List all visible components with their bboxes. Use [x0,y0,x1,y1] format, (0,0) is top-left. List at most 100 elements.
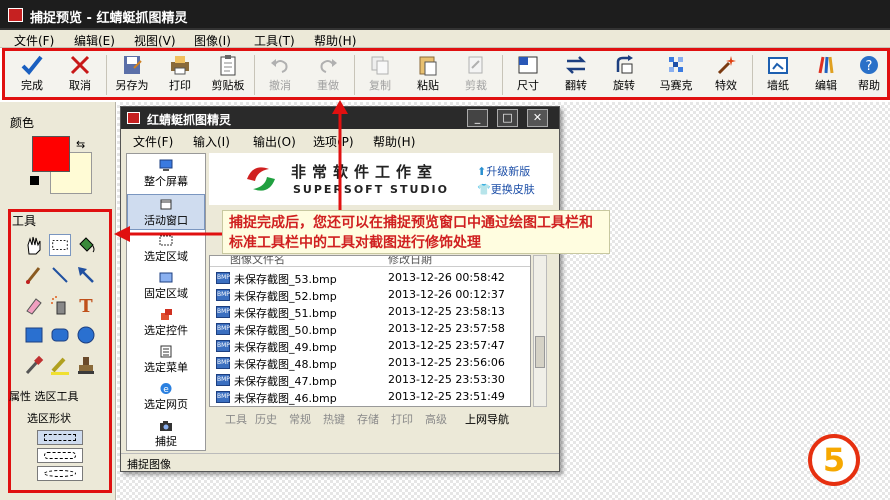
hand-icon[interactable] [23,234,45,256]
crop-button[interactable]: 剪裁 [453,54,499,96]
brand-banner: 非常软件工作室 SUPERSOFT STUDIO ⬆升级新版 👕更换皮肤 [209,153,553,205]
file-date: 2013-12-26 00:58:42 [388,271,505,284]
menu-view[interactable]: 视图(V) [134,32,176,49]
file-date: 2013-12-25 23:53:30 [388,373,505,386]
brand-name-cn: 非常软件工作室 [291,163,439,181]
up-arrow-icon: ⬆ [477,165,487,178]
file-name: 未保存截图_51.bmp [234,307,337,320]
file-name: 未保存截图_50.bmp [234,324,337,337]
rounded-rect-icon[interactable] [49,324,71,346]
fill-bucket-icon[interactable] [75,234,97,256]
captured-window: 红蜻蜓抓图精灵 _ □ ✕ 文件(F) 输入(I) 输出(O) 选项(P) 帮助… [120,106,560,472]
properties-label: 属性 选区工具 [9,390,79,403]
menu-help[interactable]: 帮助(H) [314,32,356,49]
wallpaper-label: 墙纸 [767,79,789,92]
cancel-label: 取消 [69,79,91,92]
paste-icon [419,56,437,76]
menu-file[interactable]: 文件(F) [14,32,54,49]
bmp-file-icon: BMP [216,340,230,352]
rectangle-icon[interactable] [23,324,45,346]
file-name: 未保存截图_47.bmp [234,375,337,388]
cancel-button[interactable]: 取消 [57,54,103,96]
swap-colors-icon[interactable]: ⇆ [76,138,85,151]
menu-help: 帮助(H) [373,135,416,149]
save-as-button[interactable]: 另存为 [109,54,155,96]
menu-edit[interactable]: 编辑(E) [74,32,115,49]
primary-color-swatch[interactable] [32,136,70,172]
capture-mode-label: 选定控件 [144,324,188,337]
undo-label: 撤消 [269,79,291,92]
toolbar-separator [502,55,503,95]
paste-button[interactable]: 粘贴 [405,54,451,96]
captured-window-menu: 文件(F) 输入(I) 输出(O) 选项(P) 帮助(H) [121,129,559,149]
capture-button: 捕捉 [127,416,205,452]
captured-window-titlebar: 红蜻蜓抓图精灵 _ □ ✕ [121,107,559,129]
capture-mode-label: 活动窗口 [144,214,188,227]
ellipse-icon[interactable] [75,324,97,346]
shape-option-rounded[interactable] [37,448,83,463]
redo-button[interactable]: 重做 [305,54,351,96]
eraser-icon[interactable] [23,294,45,316]
eyedropper-icon[interactable] [23,354,45,376]
file-row: BMP 未保存截图_48.bmp 2013-12-25 23:56:06 [210,355,530,372]
file-row: BMP 未保存截图_51.bmp 2013-12-25 23:58:13 [210,304,530,321]
edit-button[interactable]: 编辑 [803,54,849,96]
finish-button[interactable]: 完成 [9,54,55,96]
save-as-label: 另存为 [115,79,149,92]
help-button[interactable]: ? 帮助 [851,54,887,96]
settings-tabs: 工具 历史 常规 热键 存储 打印 高级 上网导航 [209,409,559,427]
arrow-icon[interactable] [75,264,97,286]
flip-label: 翻转 [565,79,587,92]
stamp-icon[interactable] [75,354,97,376]
shape-option-rect[interactable] [37,430,83,445]
window-icon [160,199,172,210]
shape-option-ellipse[interactable] [37,466,83,481]
clipboard-button[interactable]: 剪贴板 [205,54,251,96]
cross-icon [70,55,90,75]
undo-button[interactable]: 撤消 [257,54,303,96]
mosaic-button[interactable]: 马赛克 [653,54,699,96]
drawing-tools-group: 工具 T 属性 选区工具 选区形状 [8,209,112,493]
tab-hotkeys: 热键 [323,413,345,426]
control-icon [161,309,172,320]
capture-mode-label: 整个屏幕 [144,175,188,188]
copy-label: 复制 [369,79,391,92]
wallpaper-button[interactable]: 墙纸 [755,54,801,96]
tab-advanced: 高级 [425,413,447,426]
undo-icon [271,59,288,73]
default-colors-icon[interactable] [30,176,39,185]
menu-options: 选项(P) [313,135,354,149]
line-icon[interactable] [49,264,71,286]
highlighter-icon[interactable] [49,354,71,376]
menu-image[interactable]: 图像(I) [194,32,231,49]
bmp-file-icon: BMP [216,289,230,301]
image-file-list: 图像文件名 修改日期 BMP 未保存截图_53.bmp 2013-12-26 00:… [209,255,531,407]
menu-tools[interactable]: 工具(T) [254,32,295,49]
tip-callout: 捕捉完成后，您还可以在捕捉预览窗口中通过绘图工具栏和标准工具栏中的工具对截图进行… [222,210,610,254]
help-icon: ? [860,56,878,74]
file-date: 2013-12-25 23:51:49 [388,390,505,403]
effects-button[interactable]: 特效 [703,54,749,96]
minimize-icon: _ [467,109,488,127]
print-button[interactable]: 打印 [157,54,203,96]
rect-select-icon[interactable] [49,234,71,256]
column-modified: 修改日期 [388,255,432,266]
svg-text:e: e [163,385,169,395]
bmp-file-icon: BMP [216,374,230,386]
flip-button[interactable]: 翻转 [553,54,599,96]
monitor-icon [159,159,173,171]
resize-button[interactable]: 尺寸 [505,54,551,96]
magic-wand-icon [717,56,736,75]
upgrade-link: ⬆升级新版 [477,163,530,179]
copy-button[interactable]: 复制 [357,54,403,96]
capture-mode-item: 固定区域 [127,268,205,304]
text-icon[interactable]: T [75,294,97,316]
tab-print: 打印 [391,413,413,426]
tab-tools: 工具 [225,413,247,426]
tab-web-nav: 上网导航 [465,413,509,426]
rotate-button[interactable]: 旋转 [601,54,647,96]
svg-text:?: ? [866,59,873,74]
effects-label: 特效 [715,79,737,92]
brush-icon[interactable] [23,264,45,286]
spray-icon[interactable] [49,294,71,316]
